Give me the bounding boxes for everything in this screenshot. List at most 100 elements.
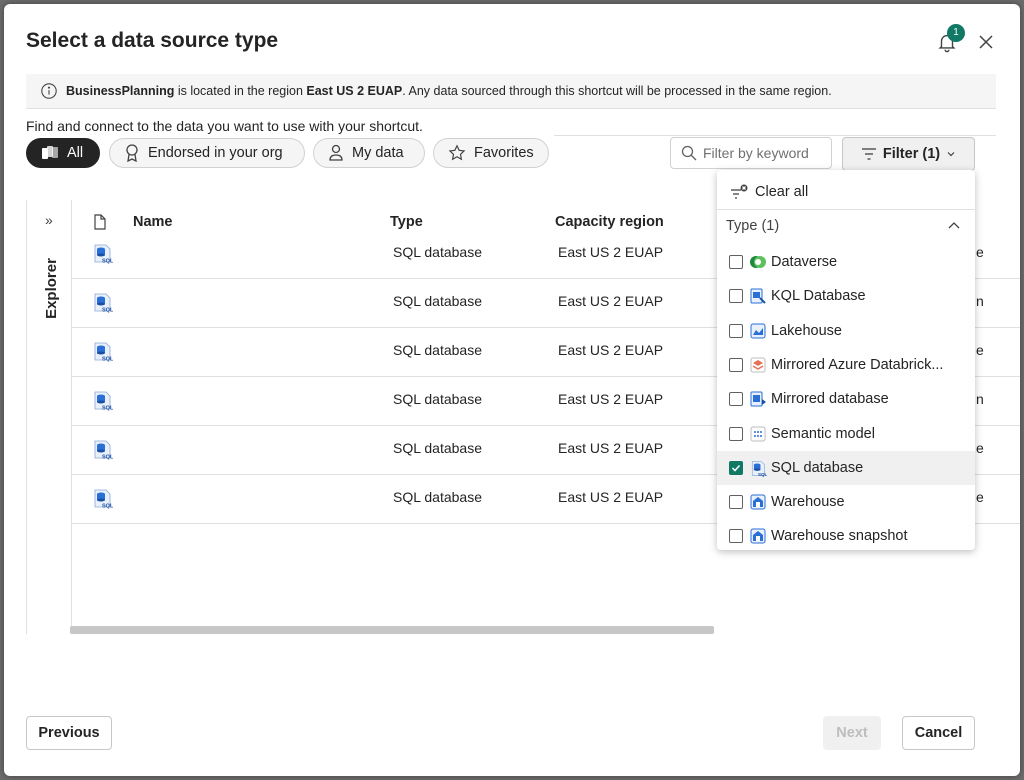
previous-button[interactable]: Previous — [26, 716, 112, 750]
next-button[interactable]: Next — [823, 716, 881, 750]
row-truncated-text: e — [976, 342, 984, 358]
row-region: East US 2 EUAP — [558, 440, 664, 456]
ribbon-icon — [126, 144, 138, 162]
mirrored-databricks-icon — [749, 356, 767, 374]
row-truncated-text: n — [976, 391, 984, 407]
row-type: SQL database — [393, 293, 482, 309]
filter-option-label: Semantic model — [771, 425, 875, 442]
filter-option[interactable]: Warehouse snapshot — [717, 519, 975, 553]
column-header-name[interactable]: Name — [133, 214, 173, 230]
type-group-header: Type (1) — [726, 218, 780, 234]
chevron-down-icon — [947, 152, 955, 157]
filter-option[interactable]: SQL SQL database — [717, 450, 975, 485]
checkbox[interactable] — [729, 426, 743, 441]
warehouse-icon — [749, 493, 767, 511]
person-icon — [329, 144, 343, 161]
checkbox[interactable] — [729, 529, 743, 544]
filter-button[interactable]: Filter (1) — [842, 137, 975, 171]
filter-keyword-input[interactable]: Filter by keyword — [670, 137, 832, 169]
filter-option-label: SQL database — [771, 459, 864, 476]
horizontal-scrollbar[interactable] — [70, 626, 714, 634]
workspace-name: BusinessPlanning — [66, 84, 175, 98]
filter-option[interactable]: Dataverse — [717, 245, 975, 279]
pill-all[interactable]: All — [26, 138, 100, 168]
dialog-title: Select a data source type — [26, 29, 279, 52]
svg-text:SQL: SQL — [758, 472, 767, 477]
star-icon — [448, 144, 466, 161]
explorer-label: Explorer — [42, 258, 60, 319]
checkbox[interactable] — [729, 495, 743, 510]
row-region: East US 2 EUAP — [558, 293, 664, 309]
info-text-2: . Any data sourced through this shortcut… — [402, 84, 832, 98]
sql-database-icon: SQL — [91, 487, 114, 510]
explorer-panel[interactable]: » Explorer — [26, 200, 72, 634]
row-truncated-text: e — [976, 440, 984, 456]
row-type: SQL database — [393, 244, 482, 260]
search-icon — [681, 145, 697, 161]
filter-option-label: Dataverse — [771, 254, 838, 270]
pill-favorites[interactable]: Favorites — [433, 138, 549, 168]
filter-option[interactable]: Semantic model — [717, 417, 975, 451]
notification-badge: 1 — [947, 24, 965, 42]
filter-option[interactable]: KQL Database — [717, 279, 975, 313]
kql-database-icon — [749, 287, 767, 305]
close-icon[interactable] — [976, 32, 996, 52]
svg-text:SQL: SQL — [102, 455, 113, 461]
sql-database-icon: SQL — [749, 459, 768, 477]
pill-my-data[interactable]: My data — [313, 138, 425, 168]
clear-filter-icon — [731, 184, 748, 199]
filter-option[interactable]: Warehouse — [717, 485, 975, 519]
cancel-button[interactable]: Cancel — [902, 716, 975, 750]
filter-option-label: Warehouse — [771, 494, 845, 511]
region-info-bar: BusinessPlanning is located in the regio… — [26, 74, 996, 109]
filter-option-label: Mirrored Azure Databrick... — [771, 356, 944, 373]
checkbox[interactable] — [729, 357, 743, 372]
row-truncated-text: e — [976, 489, 984, 505]
region-name: East US 2 EUAP — [306, 84, 403, 98]
row-type: SQL database — [393, 440, 482, 456]
clear-all-button[interactable]: Clear all — [729, 180, 808, 204]
filter-option[interactable]: Mirrored database — [717, 382, 975, 416]
filter-option-label: Warehouse snapshot — [771, 528, 908, 545]
row-type: SQL database — [393, 342, 482, 358]
info-text: is located in the region — [174, 84, 307, 98]
svg-text:SQL: SQL — [102, 504, 113, 510]
divider — [717, 209, 975, 210]
sql-database-icon: SQL — [91, 389, 114, 412]
filter-icon — [861, 148, 876, 160]
row-region: East US 2 EUAP — [558, 391, 664, 407]
dialog-subtitle: Find and connect to the data you want to… — [26, 118, 423, 134]
checkbox[interactable] — [729, 460, 743, 475]
chevron-up-icon[interactable] — [947, 220, 961, 232]
data-source-dialog: Select a data source type 1 BusinessPlan… — [4, 4, 1020, 776]
row-type: SQL database — [393, 391, 482, 407]
filter-option[interactable]: Lakehouse — [717, 314, 975, 348]
pill-endorsed[interactable]: Endorsed in your org — [109, 138, 305, 168]
sql-database-icon: SQL — [91, 438, 114, 461]
sql-database-icon: SQL — [91, 340, 114, 363]
divider — [554, 135, 996, 136]
row-region: East US 2 EUAP — [558, 489, 664, 505]
svg-text:SQL: SQL — [102, 259, 113, 265]
svg-text:SQL: SQL — [102, 308, 113, 314]
row-region: East US 2 EUAP — [558, 342, 664, 358]
checkbox[interactable] — [729, 255, 743, 269]
column-header-region[interactable]: Capacity region — [555, 214, 664, 230]
expand-icon[interactable]: » — [45, 212, 53, 228]
warehouse-snapshot-icon — [749, 527, 767, 545]
filter-option-label: Mirrored database — [771, 391, 889, 408]
filter-option-label: Lakehouse — [771, 322, 842, 339]
checkbox[interactable] — [729, 289, 743, 304]
document-icon — [94, 214, 106, 230]
sql-database-icon: SQL — [91, 291, 114, 314]
checkbox[interactable] — [729, 392, 743, 407]
lakehouse-icon — [749, 322, 767, 340]
checkbox[interactable] — [729, 323, 743, 338]
all-items-icon — [42, 146, 58, 159]
svg-text:SQL: SQL — [102, 406, 113, 412]
semantic-model-icon — [749, 425, 767, 443]
column-header-type[interactable]: Type — [390, 214, 423, 230]
filter-option[interactable]: Mirrored Azure Databrick... — [717, 348, 975, 382]
svg-text:SQL: SQL — [102, 357, 113, 363]
row-truncated-text: e — [976, 244, 984, 260]
